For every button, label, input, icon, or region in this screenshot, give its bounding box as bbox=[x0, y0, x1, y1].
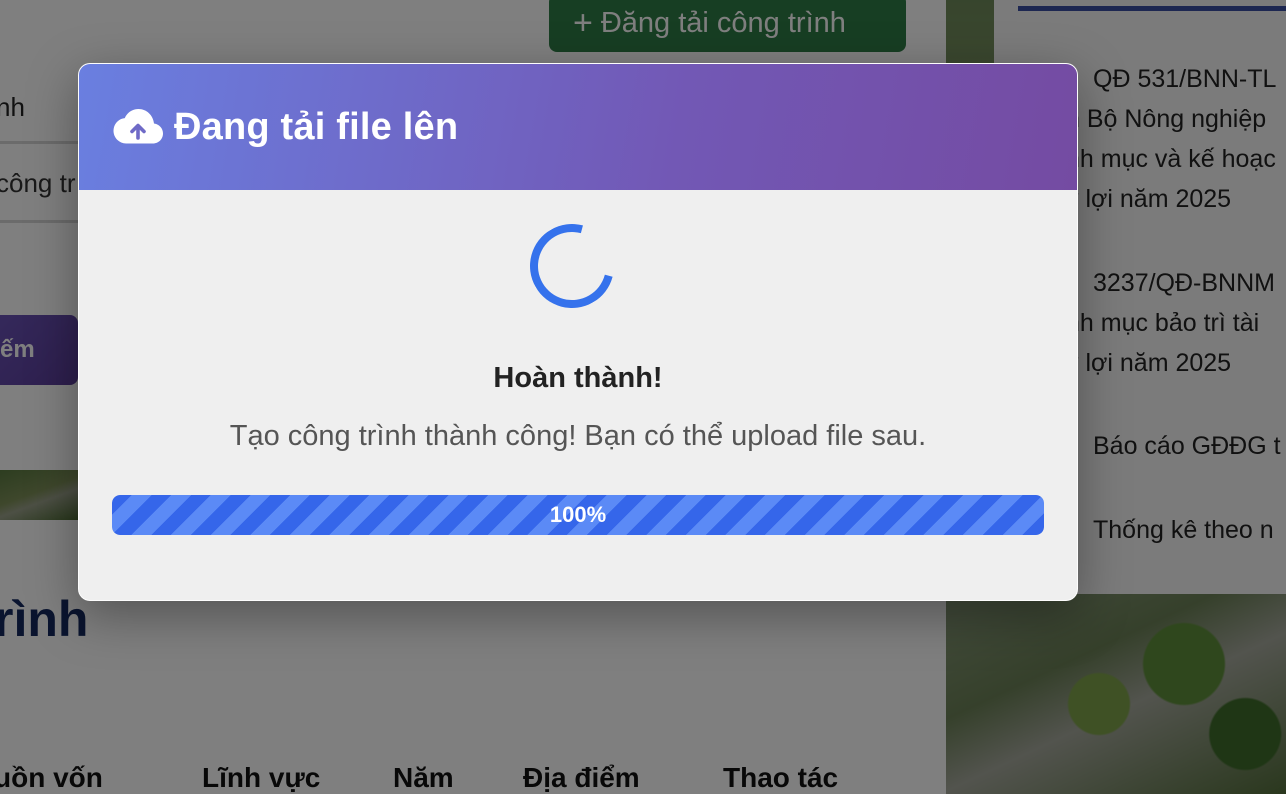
status-title: Hoàn thành! bbox=[493, 362, 663, 394]
progress-label: 100% bbox=[549, 502, 607, 527]
loading-spinner-icon bbox=[514, 208, 630, 324]
upload-progress-modal: Đang tải file lên Hoàn thành! Tạo công t… bbox=[78, 63, 1078, 601]
progress-bar-fill: 100% bbox=[112, 495, 1044, 535]
status-message: Tạo công trình thành công! Bạn có thể up… bbox=[229, 420, 927, 452]
cloud-upload-icon bbox=[113, 109, 163, 144]
modal-header: Đang tải file lên bbox=[79, 64, 1077, 190]
modal-title: Đang tải file lên bbox=[174, 105, 459, 148]
modal-body: Hoàn thành! Tạo công trình thành công! B… bbox=[79, 190, 1077, 600]
progress-bar: 100% bbox=[112, 495, 1044, 535]
